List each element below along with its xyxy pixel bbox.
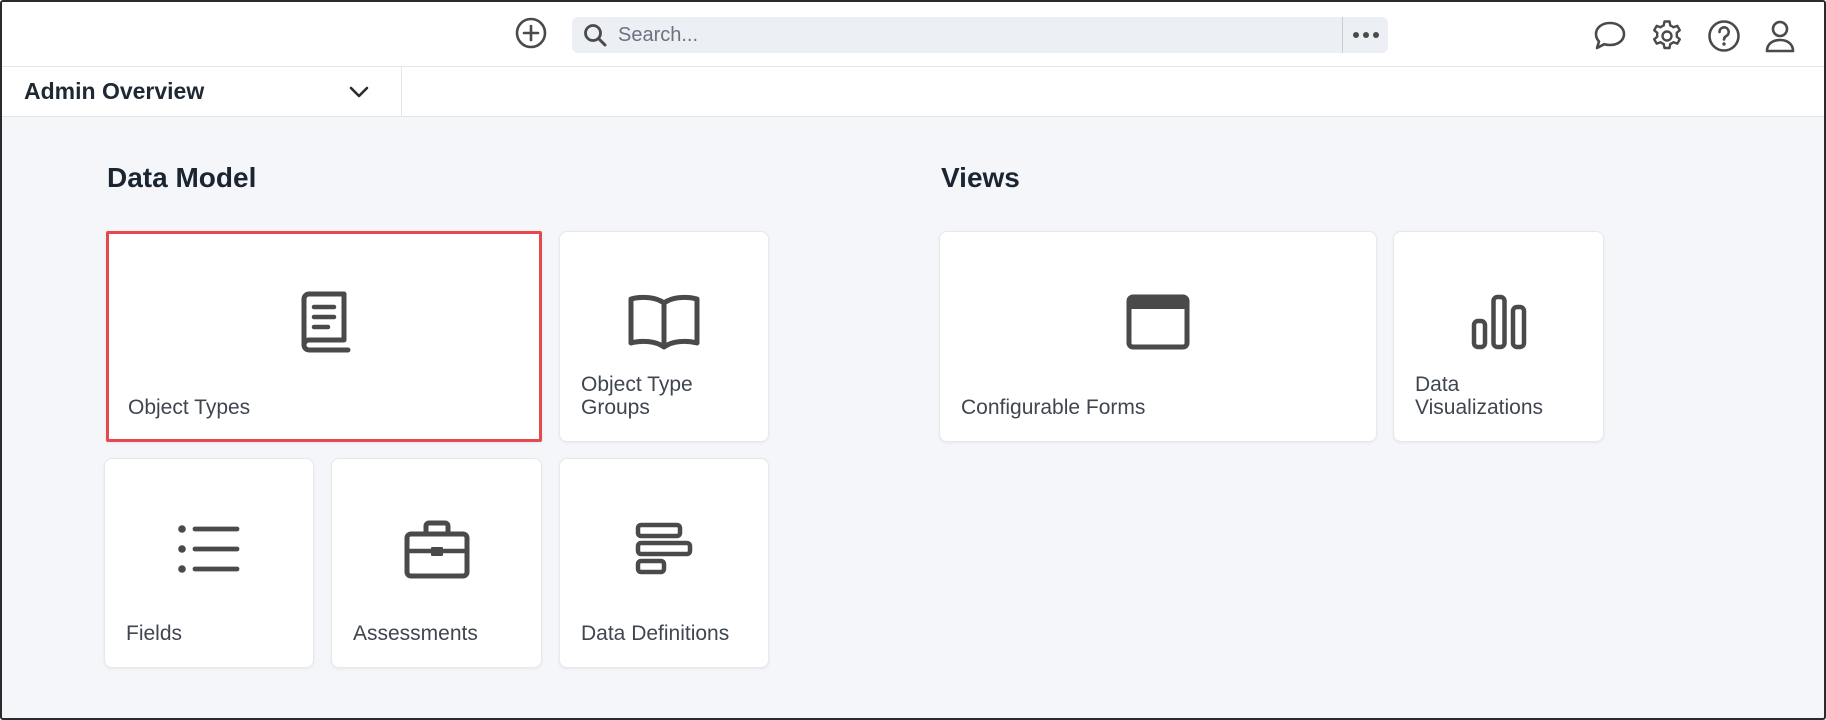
- app-window: Admin Overview Data Model Object Types: [0, 0, 1826, 720]
- top-bar: [2, 2, 1824, 67]
- card-assessments[interactable]: Assessments: [331, 458, 542, 668]
- chat-button[interactable]: [1590, 16, 1630, 56]
- search-icon: [572, 17, 618, 53]
- gear-icon: [1653, 20, 1681, 50]
- chat-icon: [1594, 21, 1626, 50]
- card-data-definitions[interactable]: Data Definitions: [559, 458, 769, 668]
- card-object-type-groups[interactable]: Object Type Groups: [559, 231, 769, 442]
- book-icon: [109, 287, 539, 357]
- views-heading: Views: [941, 162, 1020, 193]
- view-selector[interactable]: Admin Overview: [2, 67, 402, 116]
- user-button[interactable]: [1760, 16, 1800, 56]
- data-model-heading: Data Model: [107, 162, 257, 193]
- card-data-visualizations[interactable]: Data Visualizations: [1393, 231, 1604, 442]
- search-input[interactable]: [618, 17, 1342, 53]
- card-label: Object Type Groups: [581, 373, 693, 419]
- view-selector-label: Admin Overview: [24, 78, 205, 104]
- briefcase-icon: [332, 514, 541, 584]
- card-label: Object Types: [128, 396, 251, 419]
- card-label: Configurable Forms: [961, 396, 1146, 419]
- list-icon: [105, 514, 313, 584]
- bar-chart-icon: [1394, 287, 1603, 357]
- chevron-down-icon: [339, 86, 379, 98]
- card-label: Data Visualizations: [1415, 373, 1544, 419]
- add-button[interactable]: [512, 14, 550, 52]
- view-bar: Admin Overview: [2, 67, 1824, 117]
- user-icon: [1765, 20, 1795, 53]
- card-label: Data Definitions: [581, 622, 730, 645]
- card-fields[interactable]: Fields: [104, 458, 314, 668]
- card-configurable-forms[interactable]: Configurable Forms: [939, 231, 1377, 442]
- align-left-bars-icon: [560, 514, 768, 584]
- search-options-button[interactable]: [1342, 17, 1388, 53]
- browser-window-icon: [940, 287, 1376, 357]
- settings-button[interactable]: [1647, 16, 1687, 56]
- add-circle-icon: [515, 17, 547, 49]
- card-object-types[interactable]: Object Types: [106, 231, 542, 442]
- search-bar: [572, 17, 1388, 53]
- card-label: Fields: [126, 622, 183, 645]
- open-book-icon: [560, 287, 768, 357]
- help-icon: [1708, 20, 1740, 52]
- card-label: Assessments: [353, 622, 478, 645]
- help-button[interactable]: [1704, 16, 1744, 56]
- more-horizontal-icon: [1352, 32, 1379, 38]
